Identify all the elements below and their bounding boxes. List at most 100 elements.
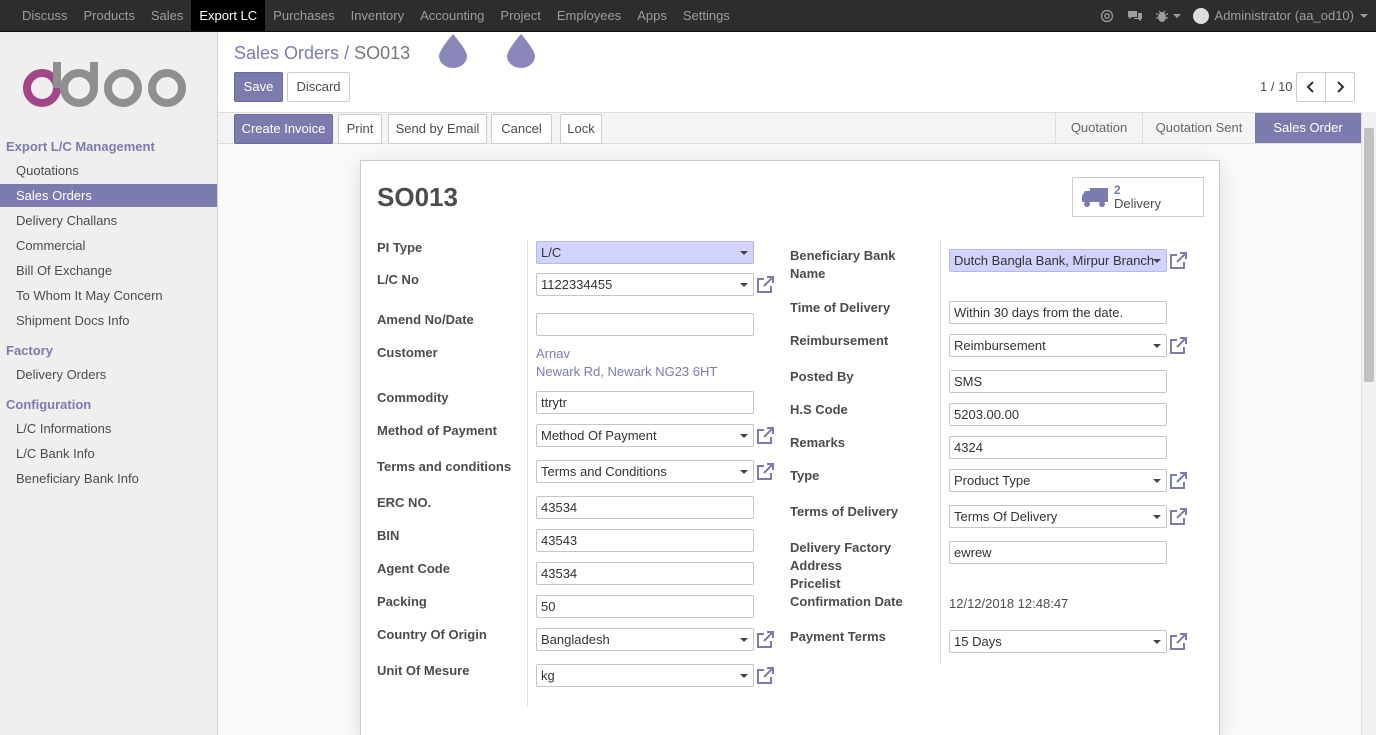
time-delivery-field[interactable]: Within 30 days from the date.: [949, 301, 1167, 324]
hs-code-field[interactable]: 5203.00.00: [949, 403, 1167, 426]
sidebar-item-delivery-orders[interactable]: Delivery Orders: [0, 363, 217, 386]
cancel-button[interactable]: Cancel: [491, 114, 552, 144]
menu-apps[interactable]: Apps: [629, 0, 675, 31]
amend-field[interactable]: [536, 313, 754, 336]
menu-employees[interactable]: Employees: [549, 0, 629, 31]
type-select[interactable]: Product Type: [949, 469, 1167, 492]
left-group-divider: [527, 240, 528, 706]
sidebar-item-lc-bank-info[interactable]: L/C Bank Info: [0, 442, 217, 465]
customer-address[interactable]: Newark Rd, Newark NG23 6HT: [536, 363, 717, 381]
factory-address-label: Delivery Factory Address: [790, 539, 891, 575]
sidebar-item-beneficiary-bank-info[interactable]: Beneficiary Bank Info: [0, 467, 217, 490]
top-navbar: Discuss Products Sales Export LC Purchas…: [0, 0, 1376, 32]
confirmation-date-label: Confirmation Date: [790, 594, 903, 609]
scrollbar-thumb[interactable]: [1364, 128, 1374, 382]
external-link-icon[interactable]: [1169, 472, 1187, 490]
terms-label: Terms and conditions: [377, 459, 512, 474]
pager-previous-button[interactable]: [1296, 72, 1326, 102]
external-link-icon[interactable]: [756, 427, 774, 445]
method-payment-select[interactable]: Method Of Payment: [536, 424, 754, 447]
sidebar-item-lc-informations[interactable]: L/C Informations: [0, 417, 217, 440]
at-icon[interactable]: [1099, 8, 1115, 24]
drop-icon: [439, 34, 467, 68]
breadcrumb-separator: /: [344, 43, 350, 63]
stage-quotation[interactable]: Quotation: [1055, 113, 1142, 143]
bin-field[interactable]: 43543: [536, 529, 754, 552]
save-button[interactable]: Save: [234, 72, 283, 102]
breadcrumb-current: SO013: [354, 43, 411, 63]
terms-delivery-label: Terms of Delivery: [790, 504, 899, 519]
lc-no-field[interactable]: 1122334455: [536, 273, 754, 296]
chat-icon[interactable]: [1127, 8, 1143, 24]
send-email-button[interactable]: Send by Email: [388, 114, 487, 144]
agent-code-field[interactable]: 43534: [536, 562, 754, 585]
factory-address-field[interactable]: ewrew: [949, 541, 1167, 564]
menu-accounting[interactable]: Accounting: [412, 0, 492, 31]
external-link-icon[interactable]: [756, 631, 774, 649]
lock-button[interactable]: Lock: [560, 114, 602, 144]
menu-inventory[interactable]: Inventory: [343, 0, 412, 31]
posted-by-field[interactable]: SMS: [949, 370, 1167, 393]
external-link-icon[interactable]: [756, 276, 774, 294]
uom-select[interactable]: kg: [536, 664, 754, 687]
external-link-icon[interactable]: [1169, 337, 1187, 355]
sidebar-item-shipment-docs[interactable]: Shipment Docs Info: [0, 309, 217, 332]
customer-name-link[interactable]: Arnav: [536, 345, 570, 363]
method-payment-label: Method of Payment: [377, 423, 497, 438]
sidebar-item-delivery-challans[interactable]: Delivery Challans: [0, 209, 217, 232]
commodity-label: Commodity: [377, 390, 449, 405]
pager-value: 1 / 10: [1260, 79, 1293, 94]
delivery-smart-button[interactable]: 2 Delivery: [1072, 177, 1204, 217]
section-configuration: Configuration: [6, 397, 92, 412]
uom-label: Unit Of Mesure: [377, 663, 470, 678]
sidebar-item-bill-of-exchange[interactable]: Bill Of Exchange: [0, 259, 217, 282]
document-title: SO013: [377, 182, 458, 212]
sidebar-item-quotations[interactable]: Quotations: [0, 159, 217, 182]
terms-delivery-select[interactable]: Terms Of Delivery: [949, 505, 1167, 528]
external-link-icon[interactable]: [1169, 633, 1187, 651]
packing-label: Packing: [377, 594, 427, 609]
menu-purchases[interactable]: Purchases: [265, 0, 342, 31]
menu-export-lc[interactable]: Export LC: [191, 0, 266, 31]
drop-icon: [507, 34, 535, 68]
section-factory: Factory: [6, 343, 53, 358]
pi-type-select[interactable]: L/C: [536, 241, 754, 264]
odoo-logo: [23, 62, 186, 107]
remarks-label: Remarks: [790, 435, 845, 450]
discard-button[interactable]: Discard: [287, 72, 350, 102]
stage-sales-order[interactable]: Sales Order: [1255, 113, 1361, 143]
user-menu[interactable]: Administrator (aa_od10): [1192, 7, 1368, 24]
remarks-field[interactable]: 4324: [949, 436, 1167, 459]
menu-products[interactable]: Products: [76, 0, 143, 31]
pager-next-button[interactable]: [1325, 72, 1355, 102]
terms-select[interactable]: Terms and Conditions: [536, 460, 754, 483]
chevron-left-icon: [1306, 81, 1314, 93]
menu-discuss[interactable]: Discuss: [14, 0, 76, 31]
erc-field[interactable]: 43534: [536, 496, 754, 519]
breadcrumb-parent[interactable]: Sales Orders: [234, 43, 339, 63]
country-select[interactable]: Bangladesh: [536, 628, 754, 651]
menu-sales[interactable]: Sales: [143, 0, 192, 31]
bug-icon[interactable]: [1155, 8, 1181, 24]
print-button[interactable]: Print: [338, 114, 382, 144]
sidebar-item-to-whom[interactable]: To Whom It May Concern: [0, 284, 217, 307]
menu-project[interactable]: Project: [492, 0, 548, 31]
sidebar-item-commercial[interactable]: Commercial: [0, 234, 217, 257]
external-link-icon[interactable]: [1169, 252, 1187, 270]
external-link-icon[interactable]: [756, 667, 774, 685]
external-link-icon[interactable]: [756, 463, 774, 481]
sidebar-item-sales-orders[interactable]: Sales Orders: [0, 184, 217, 207]
time-delivery-label: Time of Delivery: [790, 300, 891, 315]
stage-quotation-sent[interactable]: Quotation Sent: [1142, 113, 1255, 143]
menu-settings[interactable]: Settings: [675, 0, 738, 31]
external-link-icon[interactable]: [1169, 508, 1187, 526]
bank-name-select[interactable]: Dutch Bangla Bank, Mirpur Branch: [949, 249, 1167, 272]
commodity-field[interactable]: ttrytr: [536, 391, 754, 414]
delivery-label: Delivery: [1114, 196, 1161, 211]
packing-field[interactable]: 50: [536, 595, 754, 618]
create-invoice-button[interactable]: Create Invoice: [234, 114, 333, 144]
delivery-count: 2: [1114, 183, 1121, 197]
truck-icon: [1082, 188, 1108, 207]
payment-terms-select[interactable]: 15 Days: [949, 630, 1167, 653]
reimbursement-select[interactable]: Reimbursement: [949, 334, 1167, 357]
